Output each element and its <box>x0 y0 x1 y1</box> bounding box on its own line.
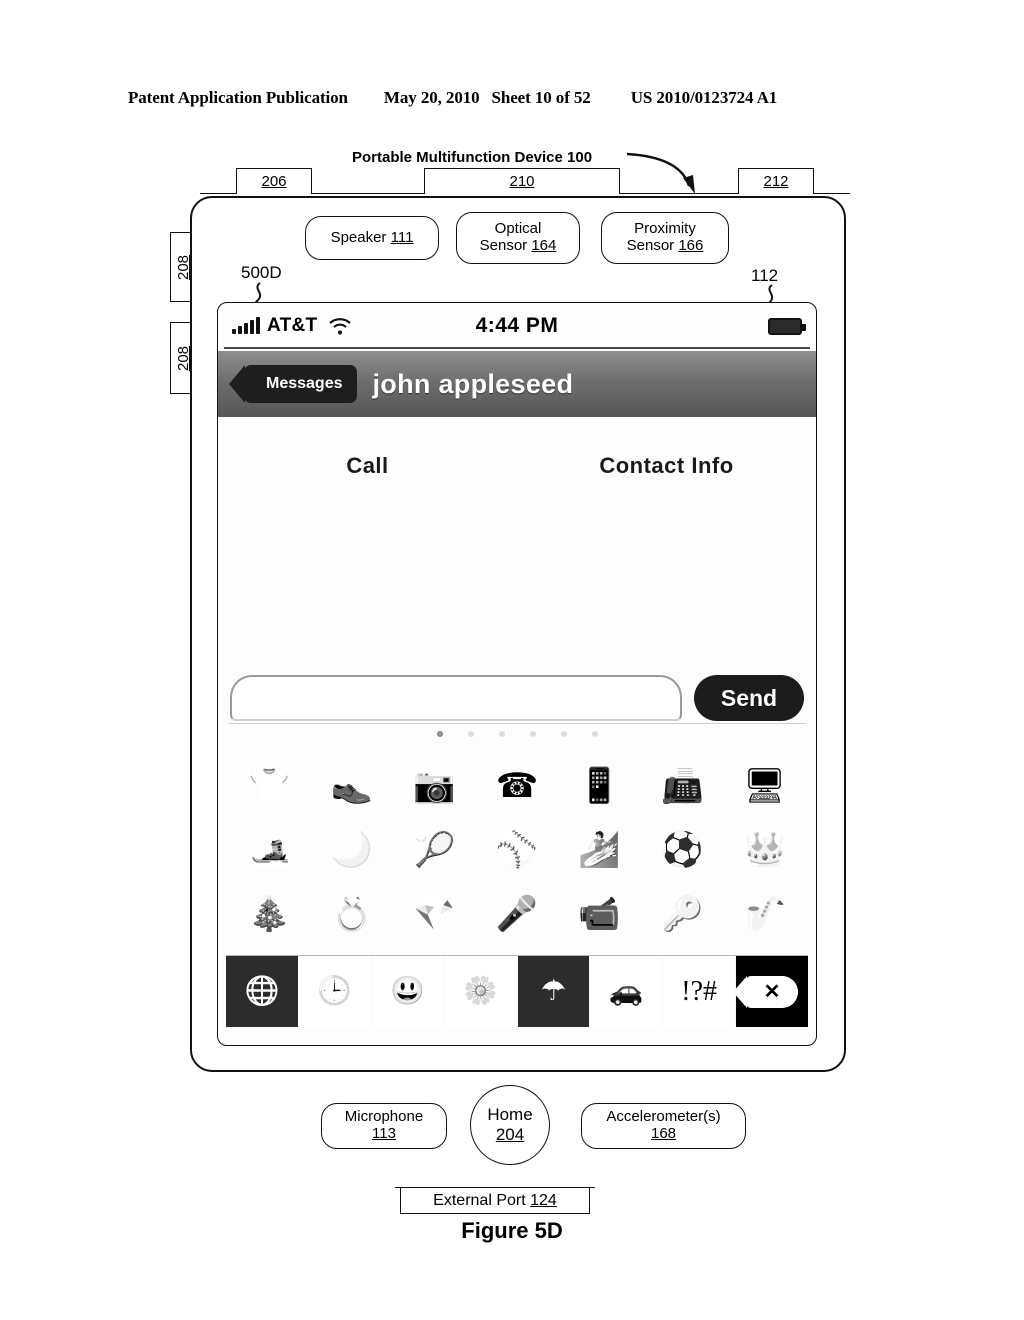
optical-sensor-ref: 164 <box>531 237 557 254</box>
speaker-label: Speaker 111 <box>305 216 439 260</box>
patent-number: US 2010/0123724 A1 <box>630 88 778 107</box>
proximity-sensor-line2: Sensor 166 <box>626 237 704 255</box>
reference-numeral-210: 210 <box>424 168 620 194</box>
proximity-sensor-name2: Sensor <box>626 237 675 254</box>
microphone-emoji[interactable]: 🎤 <box>476 883 559 947</box>
action-button-row: Call Contact Info <box>218 453 816 479</box>
ref-206-label: 206 <box>261 173 287 190</box>
status-bar: AT&T 4:44 PM <box>218 303 816 349</box>
page-dot[interactable] <box>529 731 536 737</box>
telephone-emoji[interactable]: ☎ <box>476 755 559 819</box>
send-button[interactable]: Send <box>694 675 804 721</box>
smiley-tab-icon[interactable]: 😃 <box>371 956 445 1027</box>
touch-screen-display[interactable]: AT&T 4:44 PM Messages john appleseed Cal… <box>217 302 817 1046</box>
status-time: 4:44 PM <box>475 314 559 337</box>
accelerometer-label: Accelerometer(s) 168 <box>581 1103 746 1149</box>
page-dot[interactable] <box>498 731 505 737</box>
device-title-callout: Portable Multifunction Device 100 <box>352 149 593 166</box>
battery-icon <box>768 317 806 335</box>
microphone-label: Microphone 113 <box>321 1103 447 1149</box>
golf-ball-emoji[interactable]: 🌙 <box>311 819 394 883</box>
tennis-ball-emoji[interactable]: 🎾 <box>393 819 476 883</box>
message-input-field[interactable] <box>230 675 682 721</box>
optical-sensor-line2: Sensor 164 <box>479 237 557 255</box>
external-port-ref: 124 <box>530 1191 557 1209</box>
umbrella-tab-icon[interactable]: ☂ <box>517 956 591 1027</box>
globe-tab-icon[interactable]: 🌐 <box>226 956 299 1027</box>
proximity-sensor-label: Proximity Sensor 166 <box>601 212 729 264</box>
publication-date: May 20, 2010 <box>383 88 480 107</box>
sheet-number: Sheet 10 of 52 <box>491 88 591 107</box>
video-camera-emoji[interactable]: 📹 <box>558 883 641 947</box>
baseball-emoji[interactable]: ⚾ <box>476 819 559 883</box>
accelerometer-name: Accelerometer(s) <box>606 1108 721 1126</box>
composer-divider <box>228 723 806 724</box>
surfboard-emoji[interactable]: 🏄 <box>558 819 641 883</box>
home-button-ref: 204 <box>495 1125 525 1144</box>
page-dot[interactable] <box>591 731 598 737</box>
microphone-ref: 113 <box>372 1125 396 1142</box>
contact-info-button[interactable]: Contact Info <box>517 453 816 479</box>
reference-numeral-212: 212 <box>738 168 814 194</box>
figure-caption: Figure 5D <box>461 1218 563 1243</box>
external-port-label: External Port 124 <box>400 1188 590 1214</box>
speaker-ref: 111 <box>390 228 414 246</box>
touchscreen-ref-label: 112 <box>751 266 779 285</box>
call-button[interactable]: Call <box>218 453 517 479</box>
home-button[interactable]: Home 204 <box>470 1085 550 1165</box>
fax-machine-emoji[interactable]: 📠 <box>641 755 724 819</box>
soccer-ball-emoji[interactable]: ⚽ <box>641 819 724 883</box>
conversation-title: john appleseed <box>372 368 574 399</box>
car-tab-icon[interactable]: 🚗 <box>590 956 664 1027</box>
page-dot[interactable] <box>436 731 443 737</box>
proximity-sensor-name: Proximity <box>634 220 696 238</box>
publication-label: Patent Application Publication <box>128 88 348 107</box>
ring-emoji[interactable]: 💍 <box>311 883 394 947</box>
delete-key-glyph: ✕ <box>746 975 799 1008</box>
camera-emoji[interactable]: 📷 <box>393 755 476 819</box>
skis-emoji[interactable]: 🎿 <box>228 819 311 883</box>
title-leader-arrow <box>626 152 695 194</box>
home-button-label: Home <box>487 1105 533 1125</box>
symbols-tab-icon[interactable]: !?# <box>663 956 737 1027</box>
key-emoji[interactable]: 🔑 <box>641 883 724 947</box>
message-composer: Send <box>218 675 816 737</box>
shoe-emoji[interactable]: 👞 <box>311 755 394 819</box>
ref-212-label: 212 <box>763 173 789 190</box>
figure-variant-label: 500D <box>241 263 282 282</box>
computer-monitor-emoji[interactable]: 🖥 <box>723 755 806 819</box>
microphone-name: Microphone <box>344 1108 424 1126</box>
saxophone-emoji[interactable]: 🎷 <box>723 883 806 947</box>
gem-emoji[interactable]: 💎 <box>393 883 476 947</box>
back-button-label: Messages <box>266 375 343 392</box>
ref-210-label: 210 <box>509 173 535 190</box>
optical-sensor-name2: Sensor <box>479 237 528 254</box>
optical-sensor-label: Optical Sensor 164 <box>456 212 580 264</box>
reference-numeral-206: 206 <box>236 168 312 194</box>
proximity-sensor-ref: 166 <box>678 237 704 254</box>
page-dot[interactable] <box>560 731 567 737</box>
back-button-messages[interactable]: Messages <box>244 365 357 403</box>
speaker-name: Speaker <box>330 228 387 246</box>
navigation-bar: Messages john appleseed <box>218 351 816 417</box>
accelerometer-ref: 168 <box>650 1125 677 1142</box>
emoji-category-tab-bar[interactable]: 🌐 🕒 😃 🌼 ☂ 🚗 !?# ✕ <box>226 955 808 1027</box>
page-dot[interactable] <box>467 731 474 737</box>
christmas-tree-emoji[interactable]: 🎄 <box>228 883 311 947</box>
delete-key-icon[interactable]: ✕ <box>736 956 808 1027</box>
status-bar-divider <box>224 347 810 349</box>
optical-sensor-name: Optical <box>494 220 542 238</box>
patent-header: Patent Application Publication May 20, 2… <box>128 88 888 108</box>
clock-tab-icon[interactable]: 🕒 <box>298 956 372 1027</box>
page-indicator-dots[interactable] <box>218 731 816 737</box>
mobile-phone-emoji[interactable]: 📱 <box>558 755 641 819</box>
crown-emoji[interactable]: 👑 <box>723 819 806 883</box>
speaker-text: Speaker 111 <box>330 228 414 247</box>
external-port-name: External Port <box>433 1191 526 1209</box>
emoji-grid[interactable]: 👕 👞 📷 ☎ 📱 📠 🖥 🎿 🌙 🎾 ⚾ 🏄 ⚽ 👑 🎄 💍 💎 🎤 📹 🔑 🎷 <box>228 755 806 947</box>
tshirt-emoji[interactable]: 👕 <box>228 755 311 819</box>
flower-tab-icon[interactable]: 🌼 <box>444 956 518 1027</box>
